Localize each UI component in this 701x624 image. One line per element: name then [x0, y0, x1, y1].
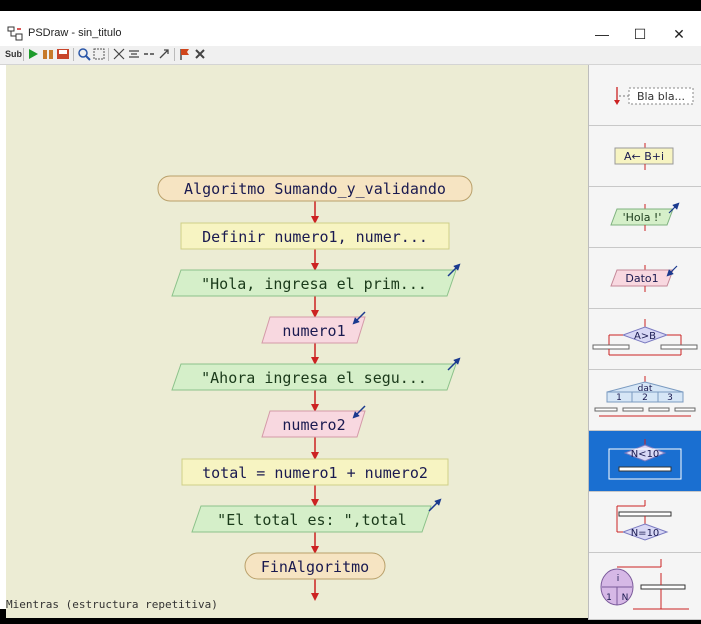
define-node[interactable]: Definir numero1, numer... [180, 222, 450, 250]
window-title: PSDraw - sin_titulo [28, 27, 122, 39]
tool-icon[interactable] [157, 47, 171, 61]
input-node-1[interactable]: numero1 [261, 311, 366, 344]
flag-icon[interactable] [178, 47, 192, 61]
psdraw-app-icon [7, 26, 23, 41]
step-icon[interactable] [41, 47, 55, 61]
comment-shape: Bla bla... [614, 87, 694, 105]
write-shape: 'Hola !' [610, 202, 680, 231]
palette-while[interactable]: N<10 [589, 431, 701, 492]
palette-write[interactable]: 'Hola !' [589, 187, 701, 248]
toolbar-separator [23, 48, 24, 61]
output-3-label: "El total es: ",total [217, 511, 407, 529]
input-1-label: numero1 [282, 322, 345, 340]
while-palette-label: N<10 [631, 449, 660, 460]
align-icon[interactable] [127, 47, 141, 61]
output-node-1[interactable]: "Hola, ingresa el prim... [171, 263, 461, 297]
delete-icon[interactable] [193, 47, 207, 61]
run-icon[interactable] [26, 47, 40, 61]
palette-read[interactable]: Dato1 [589, 248, 701, 309]
define-label: Definir numero1, numer... [202, 228, 428, 246]
toolbar-separator [108, 48, 109, 61]
assign-label: total = numero1 + numero2 [202, 464, 428, 482]
toolbar-separator [174, 48, 175, 61]
for-from-label: 1 [606, 593, 612, 603]
save-icon[interactable] [56, 47, 70, 61]
toolbar-separator [73, 48, 74, 61]
palette-switch[interactable]: dat 1 2 3 [589, 370, 701, 431]
line-icon[interactable] [142, 47, 156, 61]
title-bar: PSDraw - sin_titulo — ☐ ✕ [0, 22, 701, 46]
toolbar: Sub [0, 46, 701, 65]
input-node-2[interactable]: numero2 [261, 405, 366, 438]
for-to-label: N [622, 593, 629, 603]
output-node-2[interactable]: "Ahora ingresa el segu... [171, 357, 461, 391]
assign-palette-label: A← B+i [624, 150, 664, 163]
flowchart-canvas[interactable]: Algoritmo Sumando_y_validando Definir nu… [6, 65, 588, 618]
zoom-icon[interactable] [77, 47, 91, 61]
psdraw-window: PSDraw - sin_titulo — ☐ ✕ Sub Algoritmo … [0, 0, 701, 620]
while-shape: N<10 [608, 439, 682, 480]
palette-repeat[interactable]: N=10 [589, 492, 701, 553]
palette-if[interactable]: A>B [589, 309, 701, 370]
minimize-button[interactable]: — [587, 24, 617, 44]
switch-case-3: 3 [667, 393, 673, 403]
switch-case-1: 1 [616, 393, 622, 403]
sub-button[interactable]: Sub [5, 47, 22, 61]
repeat-shape: N=10 [616, 500, 672, 541]
close-button[interactable]: ✕ [664, 24, 694, 44]
switch-case-2: 2 [642, 393, 648, 403]
palette-comment[interactable]: Bla bla... [589, 65, 701, 126]
switch-shape: dat 1 2 3 [594, 376, 696, 417]
end-node[interactable]: FinAlgoritmo [244, 552, 386, 580]
input-2-label: numero2 [282, 416, 345, 434]
start-node[interactable]: Algoritmo Sumando_y_validando [157, 175, 473, 202]
arrange-icon[interactable] [112, 47, 126, 61]
read-palette-label: Dato1 [625, 272, 658, 285]
fit-icon[interactable] [92, 47, 106, 61]
write-palette-label: 'Hola !' [623, 211, 662, 224]
if-palette-label: A>B [634, 331, 656, 342]
if-shape: A>B [592, 319, 698, 356]
for-var-label: i [617, 574, 620, 584]
palette-for[interactable]: i 1 N [589, 553, 701, 620]
assign-shape: A← B+i [614, 143, 674, 170]
assign-node[interactable]: total = numero1 + numero2 [181, 458, 449, 486]
for-shape: i 1 N [600, 559, 689, 610]
flowchart: Algoritmo Sumando_y_validando Definir nu… [157, 175, 473, 601]
output-1-label: "Hola, ingresa el prim... [201, 275, 427, 293]
comment-label: Bla bla... [637, 90, 685, 103]
maximize-button[interactable]: ☐ [625, 24, 655, 44]
start-label: Algoritmo Sumando_y_validando [184, 180, 446, 198]
palette-assign[interactable]: A← B+i [589, 126, 701, 187]
output-2-label: "Ahora ingresa el segu... [201, 369, 427, 387]
end-label: FinAlgoritmo [261, 558, 369, 576]
status-text: Mientras (estructura repetitiva) [6, 598, 218, 611]
instruction-palette: Bla bla... A← B+i 'Hola !' Dato1 A>B dat… [588, 65, 701, 620]
output-node-3[interactable]: "El total es: ",total [191, 498, 442, 533]
repeat-palette-label: N=10 [631, 528, 660, 539]
read-shape: Dato1 [610, 265, 678, 292]
